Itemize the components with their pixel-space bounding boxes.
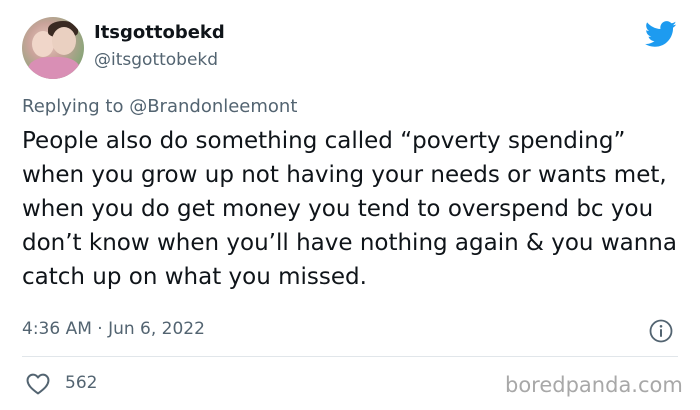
replying-to[interactable]: Replying to @Brandonleemont (22, 96, 297, 117)
like-count: 562 (65, 373, 98, 393)
timestamp[interactable]: 4:36 AM · Jun 6, 2022 (22, 319, 205, 339)
display-name[interactable]: Itsgottobekd (94, 22, 225, 43)
twitter-bird-icon[interactable] (645, 21, 677, 48)
tweet-card: Itsgottobekd @itsgottobekd Replying to @… (0, 0, 700, 410)
heart-icon[interactable] (25, 372, 51, 395)
tweet-text: People also do something called “poverty… (22, 128, 677, 290)
info-icon[interactable] (649, 319, 673, 343)
user-handle[interactable]: @itsgottobekd (94, 50, 218, 70)
avatar[interactable] (22, 17, 84, 79)
watermark: boredpanda.com (505, 373, 683, 397)
divider (22, 356, 678, 357)
